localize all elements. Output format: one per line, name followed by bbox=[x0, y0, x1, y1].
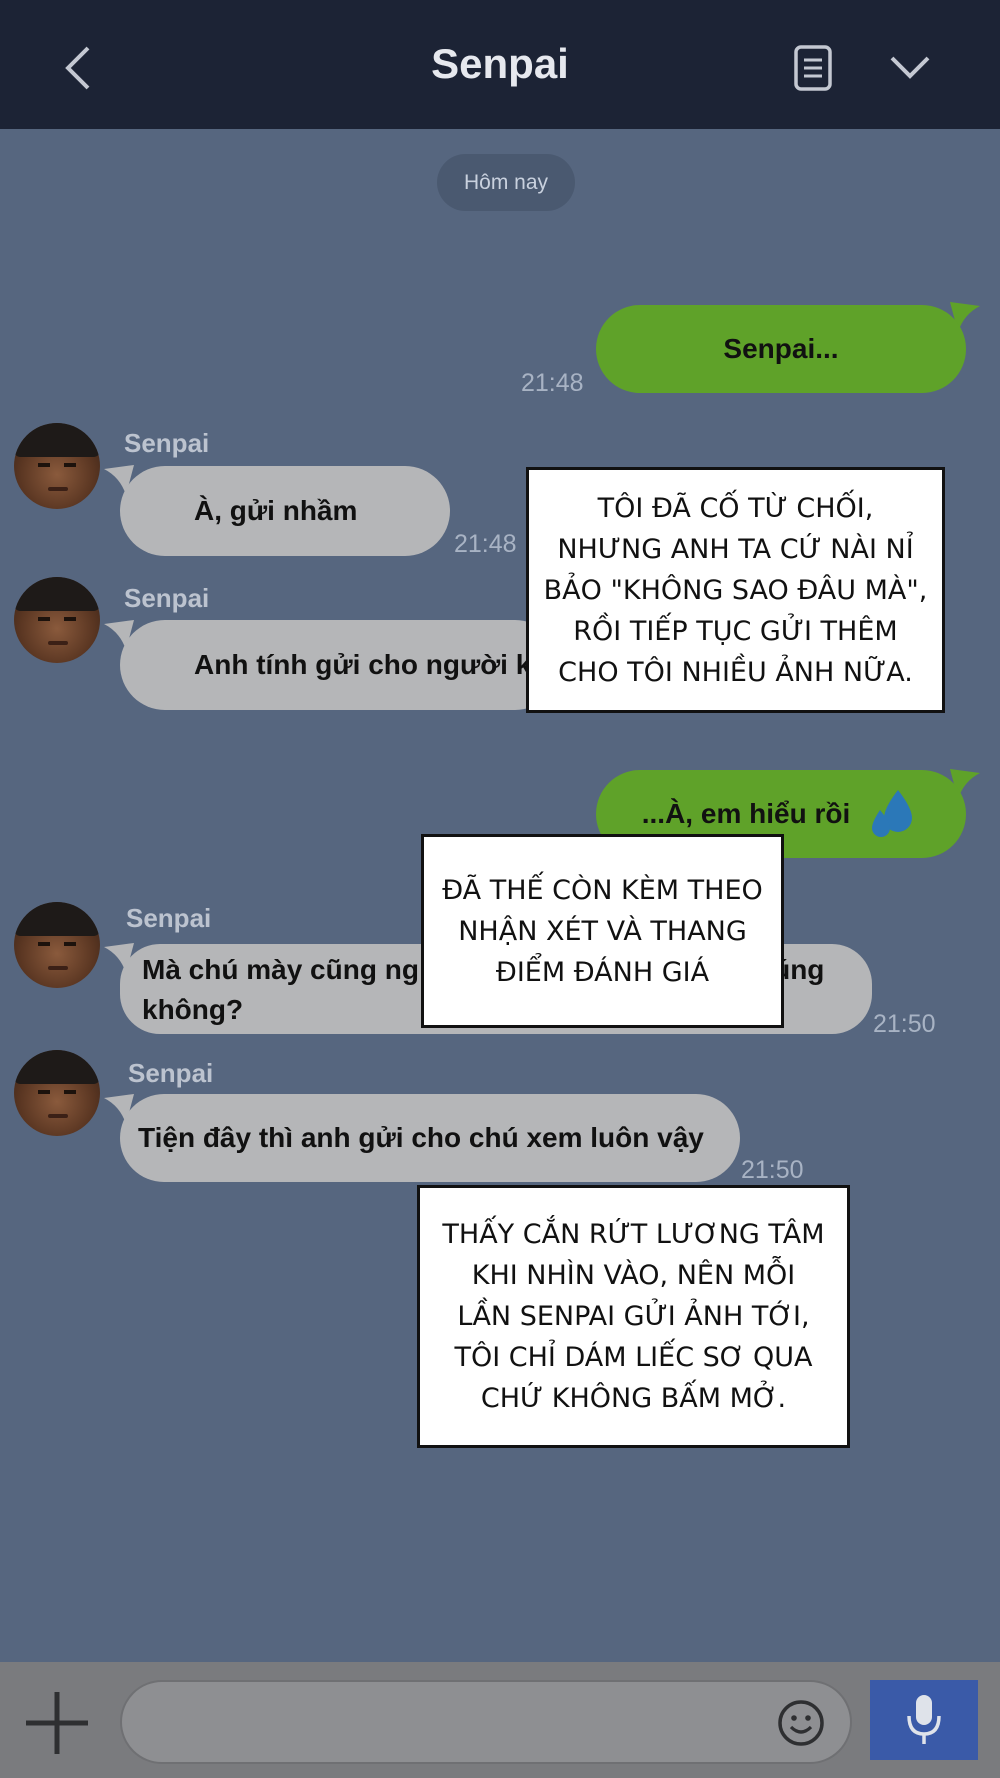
sweat-drops-icon bbox=[872, 790, 913, 837]
sender-name: Senpai bbox=[124, 583, 210, 613]
sender-name: Senpai bbox=[128, 1058, 214, 1088]
back-button[interactable] bbox=[58, 42, 98, 94]
attach-button[interactable] bbox=[22, 1688, 92, 1758]
avatar[interactable] bbox=[14, 1050, 100, 1136]
sender-name: Senpai bbox=[126, 903, 212, 933]
voice-message-button[interactable] bbox=[870, 1680, 978, 1760]
message-input-bar bbox=[0, 1662, 1000, 1778]
chevron-left-icon bbox=[65, 46, 90, 90]
incoming-message[interactable]: Anh tính gửi cho người k bbox=[120, 620, 560, 710]
caption-text: Thấy cắn rứt lương tâm khi nhìn vào, nên… bbox=[442, 1219, 825, 1414]
message-time: 21:48 bbox=[521, 369, 584, 397]
narration-caption: Đã thế còn kèm theo nhận xét và thang đi… bbox=[421, 834, 784, 1028]
message-text: À, gửi nhầm bbox=[194, 495, 358, 526]
message-text: Senpai... bbox=[723, 333, 839, 364]
caption-text: Đã thế còn kèm theo nhận xét và thang đi… bbox=[442, 874, 763, 988]
chat-title: Senpai bbox=[431, 40, 569, 87]
message-text: Mà chú mày cũng ng bbox=[142, 954, 419, 985]
message-time: 21:48 bbox=[454, 530, 517, 558]
note-icon bbox=[794, 45, 832, 91]
menu-toggle-button[interactable] bbox=[886, 48, 934, 88]
microphone-icon bbox=[907, 1695, 941, 1744]
date-divider: Hôm nay bbox=[437, 154, 575, 211]
caption-text: Tôi đã cố từ chối, nhưng anh ta cứ nài n… bbox=[543, 492, 928, 688]
chevron-down-icon bbox=[890, 56, 930, 79]
outgoing-message[interactable]: Senpai... bbox=[596, 305, 966, 393]
message-text: không? bbox=[142, 994, 244, 1025]
note-button[interactable] bbox=[792, 44, 836, 92]
message-text: ...À, em hiểu rồi bbox=[641, 798, 851, 829]
message-time: 21:50 bbox=[873, 1010, 936, 1038]
sender-name: Senpai bbox=[124, 428, 210, 458]
message-input[interactable] bbox=[120, 1680, 852, 1764]
emoji-button[interactable] bbox=[776, 1698, 828, 1750]
message-text: Tiện đây thì anh gửi cho chú xem luôn vậ… bbox=[138, 1122, 704, 1153]
chat-header: Senpai bbox=[0, 0, 1000, 129]
smiley-icon bbox=[778, 1700, 824, 1746]
narration-caption: Thấy cắn rứt lương tâm khi nhìn vào, nên… bbox=[417, 1185, 850, 1448]
message-text: Anh tính gửi cho người k bbox=[194, 649, 532, 680]
avatar[interactable] bbox=[14, 577, 100, 663]
plus-icon bbox=[26, 1692, 88, 1754]
avatar[interactable] bbox=[14, 423, 100, 509]
avatar[interactable] bbox=[14, 902, 100, 988]
incoming-message[interactable]: À, gửi nhầm bbox=[120, 466, 450, 556]
incoming-message[interactable]: Tiện đây thì anh gửi cho chú xem luôn vậ… bbox=[120, 1094, 740, 1182]
message-time: 21:50 bbox=[741, 1156, 804, 1184]
narration-caption: Tôi đã cố từ chối, nhưng anh ta cứ nài n… bbox=[526, 467, 945, 713]
